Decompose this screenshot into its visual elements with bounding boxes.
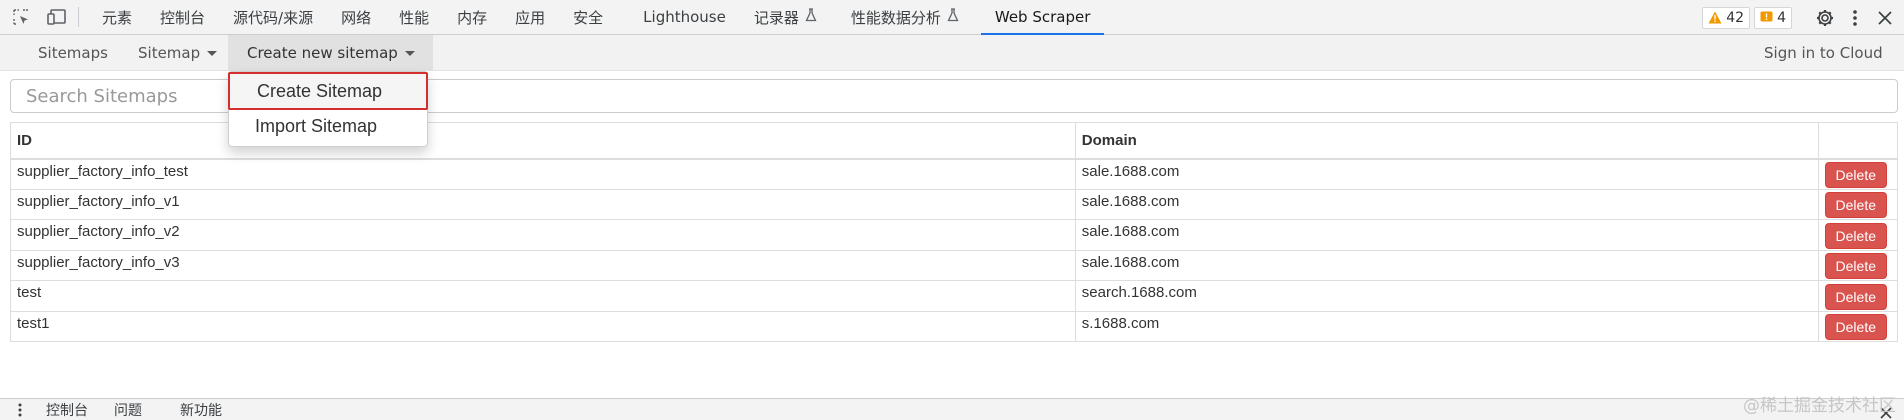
table-row[interactable]: supplier_factory_info_test sale.1688.com… [10,158,1899,190]
delete-button[interactable]: Delete [1824,314,1887,341]
drawer-tab-issues[interactable]: 问题 [114,400,180,420]
sitemap-id[interactable]: supplier_factory_info_test [10,158,1076,190]
toolbar-right-controls: 42 4 [1702,0,1904,35]
delete-button[interactable]: Delete [1824,162,1887,188]
table-row[interactable]: test1 s.1688.com Delete [10,310,1899,342]
devtools-toolbar: 元素 控制台 源代码/来源 网络 性能 内存 应用 安全 Lighthouse … [0,0,1904,35]
issues-badge[interactable]: 4 [1754,6,1792,29]
sitemap-id[interactable]: test [10,280,1076,312]
drawer-menu-icon[interactable] [8,400,32,420]
close-icon[interactable] [1870,3,1900,33]
sitemap-domain: sale.1688.com [1074,219,1819,251]
nav-create-new-sitemap[interactable]: Create new sitemap [228,35,433,71]
sitemap-domain: s.1688.com [1074,310,1819,342]
sitemap-domain: sale.1688.com [1074,158,1819,190]
sitemap-domain: sale.1688.com [1074,188,1819,220]
toolbar-divider [78,7,79,27]
tab-web-scraper[interactable]: Web Scraper [980,0,1105,35]
column-header-domain: Domain [1074,122,1819,160]
tab-memory[interactable]: 内存 [443,0,501,35]
sitemap-id[interactable]: test1 [10,310,1076,342]
delete-button[interactable]: Delete [1824,222,1887,249]
devtools-drawer: 控制台 问题 新功能 [0,398,1904,420]
flask-icon [947,8,959,26]
tab-network[interactable]: 网络 [327,0,385,35]
more-options-icon[interactable] [1840,3,1870,33]
table-row[interactable]: supplier_factory_info_v1 sale.1688.com D… [10,188,1899,220]
menu-item-create-sitemap[interactable]: Create Sitemap [228,72,428,110]
tab-recorder[interactable]: 记录器 [740,0,831,35]
issue-flag-icon [1760,11,1773,24]
sitemap-id[interactable]: supplier_factory_info_v1 [10,188,1076,220]
caret-down-icon [404,50,415,56]
tab-application[interactable]: 应用 [501,0,559,35]
sitemap-id[interactable]: supplier_factory_info_v3 [10,249,1076,281]
nav-sitemap-dropdown[interactable]: Sitemap [138,35,218,71]
drawer-tab-console[interactable]: 控制台 [46,400,114,420]
tab-security[interactable]: 安全 [559,0,617,35]
delete-button[interactable]: Delete [1824,253,1887,280]
device-toolbar-icon[interactable] [46,6,68,28]
menu-item-import-sitemap[interactable]: Import Sitemap [229,111,427,141]
delete-button[interactable]: Delete [1824,192,1887,219]
tab-performance[interactable]: 性能 [385,0,443,35]
web-scraper-navbar: Sitemaps Sitemap Create new sitemap Sign… [0,35,1904,71]
sitemap-domain: sale.1688.com [1074,249,1819,281]
caret-down-icon [207,50,218,56]
delete-button[interactable]: Delete [1824,283,1887,310]
column-header-actions [1817,122,1899,160]
create-sitemap-dropdown-menu: Create Sitemap Import Sitemap [228,71,428,147]
tab-console[interactable]: 控制台 [146,0,219,35]
table-row[interactable]: test search.1688.com Delete [10,280,1899,312]
warnings-badge[interactable]: 42 [1702,6,1751,29]
warning-icon [1708,11,1722,24]
nav-sitemaps[interactable]: Sitemaps [38,35,108,71]
watermark: @稀土掘金技术社区 [1743,396,1896,416]
settings-gear-icon[interactable] [1810,3,1840,33]
tab-elements[interactable]: 元素 [88,0,146,35]
flask-icon [805,8,817,26]
sign-in-cloud-link[interactable]: Sign in to Cloud [1764,35,1883,71]
drawer-tab-whats-new[interactable]: 新功能 [180,400,238,420]
sitemap-id[interactable]: supplier_factory_info_v2 [10,219,1076,251]
inspect-element-icon[interactable] [10,6,32,28]
tab-performance-insights[interactable]: 性能数据分析 [831,0,973,35]
sitemap-domain: search.1688.com [1074,280,1819,312]
table-row[interactable]: supplier_factory_info_v3 sale.1688.com D… [10,249,1899,281]
tab-sources[interactable]: 源代码/来源 [219,0,327,35]
tab-lighthouse[interactable]: Lighthouse [617,0,740,35]
table-row[interactable]: supplier_factory_info_v2 sale.1688.com D… [10,219,1899,251]
column-header-id: ID [10,122,1076,160]
sitemaps-table: ID Domain supplier_factory_info_test sal… [10,122,1899,342]
